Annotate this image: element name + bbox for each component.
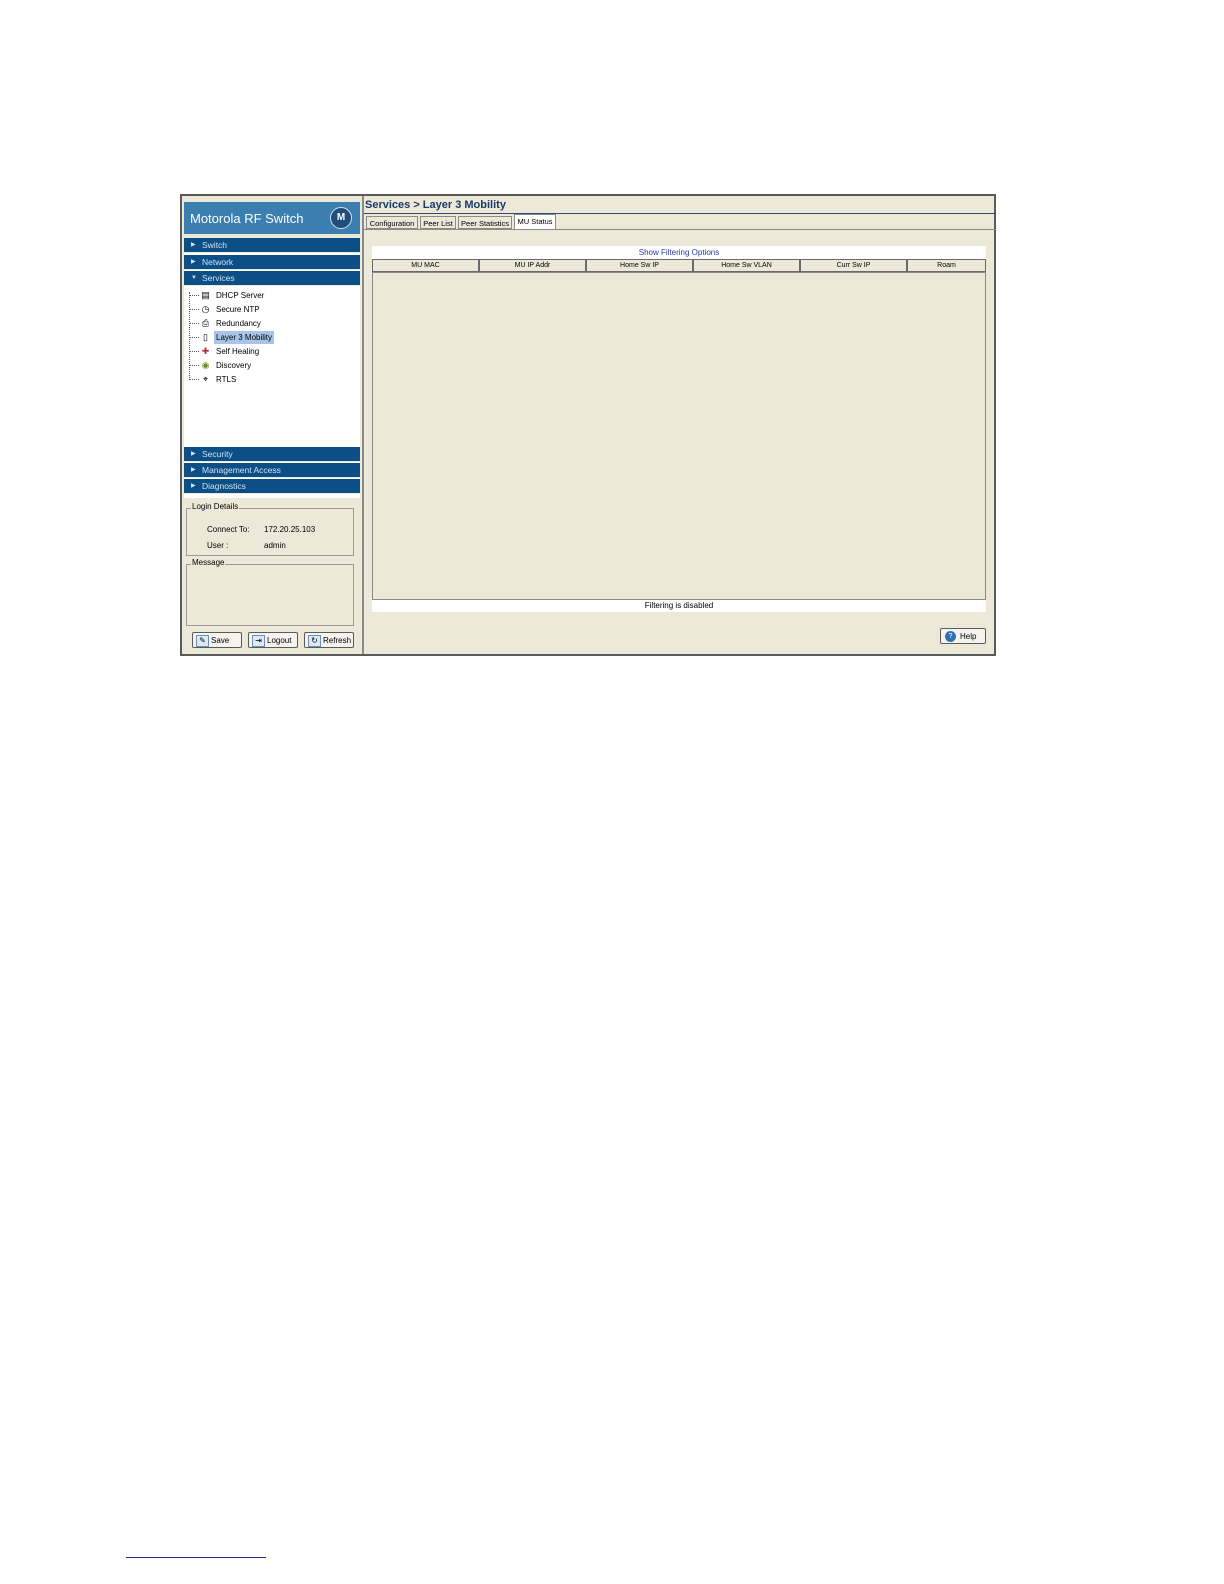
mobility-icon: ▯ bbox=[203, 332, 208, 342]
show-filtering-options-link[interactable]: Show Filtering Options bbox=[372, 248, 986, 257]
tab-peer-statistics[interactable]: Peer Statistics bbox=[458, 216, 512, 229]
logout-button[interactable]: ⇥ Logout bbox=[248, 632, 298, 648]
refresh-label: Refresh bbox=[323, 636, 352, 645]
printer-icon: ⎙ bbox=[201, 318, 210, 328]
refresh-button[interactable]: ↻ Refresh bbox=[304, 632, 354, 648]
table-header: MU MAC MU IP Addr Home Sw IP Home Sw VLA… bbox=[372, 259, 986, 272]
nav-item-services[interactable]: ▼ Services bbox=[184, 271, 360, 286]
nav-label: Diagnostics bbox=[202, 481, 246, 491]
nav-item-switch[interactable]: ▶ Switch bbox=[184, 238, 360, 253]
app-window: Motorola RF Switch M ▶ Switch ▶ Network … bbox=[180, 194, 996, 656]
nav-item-security[interactable]: ▶ Security bbox=[184, 447, 360, 462]
mu-status-panel: Show Filtering Options MU MAC MU IP Addr… bbox=[372, 246, 986, 612]
tab-peer-list[interactable]: Peer List bbox=[420, 216, 456, 229]
user-value: admin bbox=[264, 541, 286, 550]
column-mu-mac[interactable]: MU MAC bbox=[372, 259, 479, 272]
tree-label: RTLS bbox=[216, 375, 237, 384]
sidebar: Motorola RF Switch M ▶ Switch ▶ Network … bbox=[184, 198, 360, 652]
arrow-right-icon: ▶ bbox=[191, 451, 196, 457]
tree-label: DHCP Server bbox=[216, 291, 265, 300]
nav-label: Security bbox=[202, 449, 233, 459]
server-icon: ▤ bbox=[201, 290, 210, 300]
help-icon: ? bbox=[945, 631, 956, 642]
save-icon: ✎ bbox=[196, 635, 209, 647]
logout-icon: ⇥ bbox=[252, 635, 265, 647]
nav-item-network[interactable]: ▶ Network bbox=[184, 255, 360, 270]
nav-label: Services bbox=[202, 273, 235, 283]
save-button[interactable]: ✎ Save bbox=[192, 632, 242, 648]
logout-label: Logout bbox=[267, 636, 292, 645]
table-body[interactable] bbox=[372, 272, 986, 600]
user-label: User : bbox=[207, 541, 229, 550]
column-home-sw-vlan[interactable]: Home Sw VLAN bbox=[693, 259, 800, 272]
tree-label: Discovery bbox=[216, 361, 252, 370]
arrow-right-icon: ▶ bbox=[191, 483, 196, 489]
tree-label: Secure NTP bbox=[216, 305, 260, 314]
page-title: Services > Layer 3 Mobility bbox=[365, 199, 506, 211]
nav-item-diagnostics[interactable]: ▶ Diagnostics bbox=[184, 479, 360, 494]
nav-label: Switch bbox=[202, 240, 228, 250]
globe-icon: ◉ bbox=[201, 360, 210, 370]
message-group: Message bbox=[186, 558, 354, 626]
nav-item-management-access[interactable]: ▶ Management Access bbox=[184, 463, 360, 478]
healing-icon: ✚ bbox=[201, 346, 210, 356]
tree-label: Layer 3 Mobility bbox=[214, 331, 275, 344]
login-details-group: Login Details Connect To: 172.20.25.103 … bbox=[186, 502, 354, 556]
connect-to-label: Connect To: bbox=[207, 525, 250, 534]
footnote-separator bbox=[126, 1557, 266, 1558]
help-label: Help bbox=[960, 632, 977, 641]
arrow-down-icon: ▼ bbox=[191, 275, 197, 281]
login-details-legend: Login Details bbox=[191, 502, 240, 511]
brand-header: Motorola RF Switch M bbox=[184, 202, 360, 234]
column-curr-sw-ip[interactable]: Curr Sw IP bbox=[800, 259, 907, 272]
nav-label: Management Access bbox=[202, 465, 281, 475]
nav-panel: ▶ Switch ▶ Network ▼ Services ▤ DHCP Ser… bbox=[184, 238, 360, 498]
refresh-icon: ↻ bbox=[308, 635, 321, 647]
tree-label: Self Healing bbox=[216, 347, 260, 356]
help-button[interactable]: ? Help bbox=[940, 628, 986, 644]
tab-configuration[interactable]: Configuration bbox=[366, 216, 418, 229]
column-mu-ip-addr[interactable]: MU IP Addr bbox=[479, 259, 586, 272]
brand-title: Motorola RF Switch bbox=[190, 211, 304, 226]
clock-icon: ◷ bbox=[201, 304, 210, 314]
nav-label: Network bbox=[202, 257, 234, 267]
main-pane: Services > Layer 3 Mobility Configuratio… bbox=[364, 196, 996, 654]
filter-status: Filtering is disabled bbox=[644, 601, 714, 610]
save-label: Save bbox=[211, 636, 230, 645]
tab-mu-status[interactable]: MU Status bbox=[514, 214, 556, 229]
rtls-icon: ⌖ bbox=[202, 374, 209, 384]
tree-label: Redundancy bbox=[216, 319, 261, 328]
connect-to-value: 172.20.25.103 bbox=[264, 525, 316, 534]
motorola-logo-icon: M bbox=[330, 207, 352, 229]
message-legend: Message bbox=[191, 558, 226, 567]
arrow-right-icon: ▶ bbox=[191, 242, 196, 248]
title-underline bbox=[364, 213, 996, 214]
column-roam[interactable]: Roam bbox=[907, 259, 986, 272]
arrow-right-icon: ▶ bbox=[191, 467, 196, 473]
column-home-sw-ip[interactable]: Home Sw IP bbox=[586, 259, 693, 272]
tab-baseline bbox=[364, 229, 996, 230]
arrow-right-icon: ▶ bbox=[191, 259, 196, 265]
